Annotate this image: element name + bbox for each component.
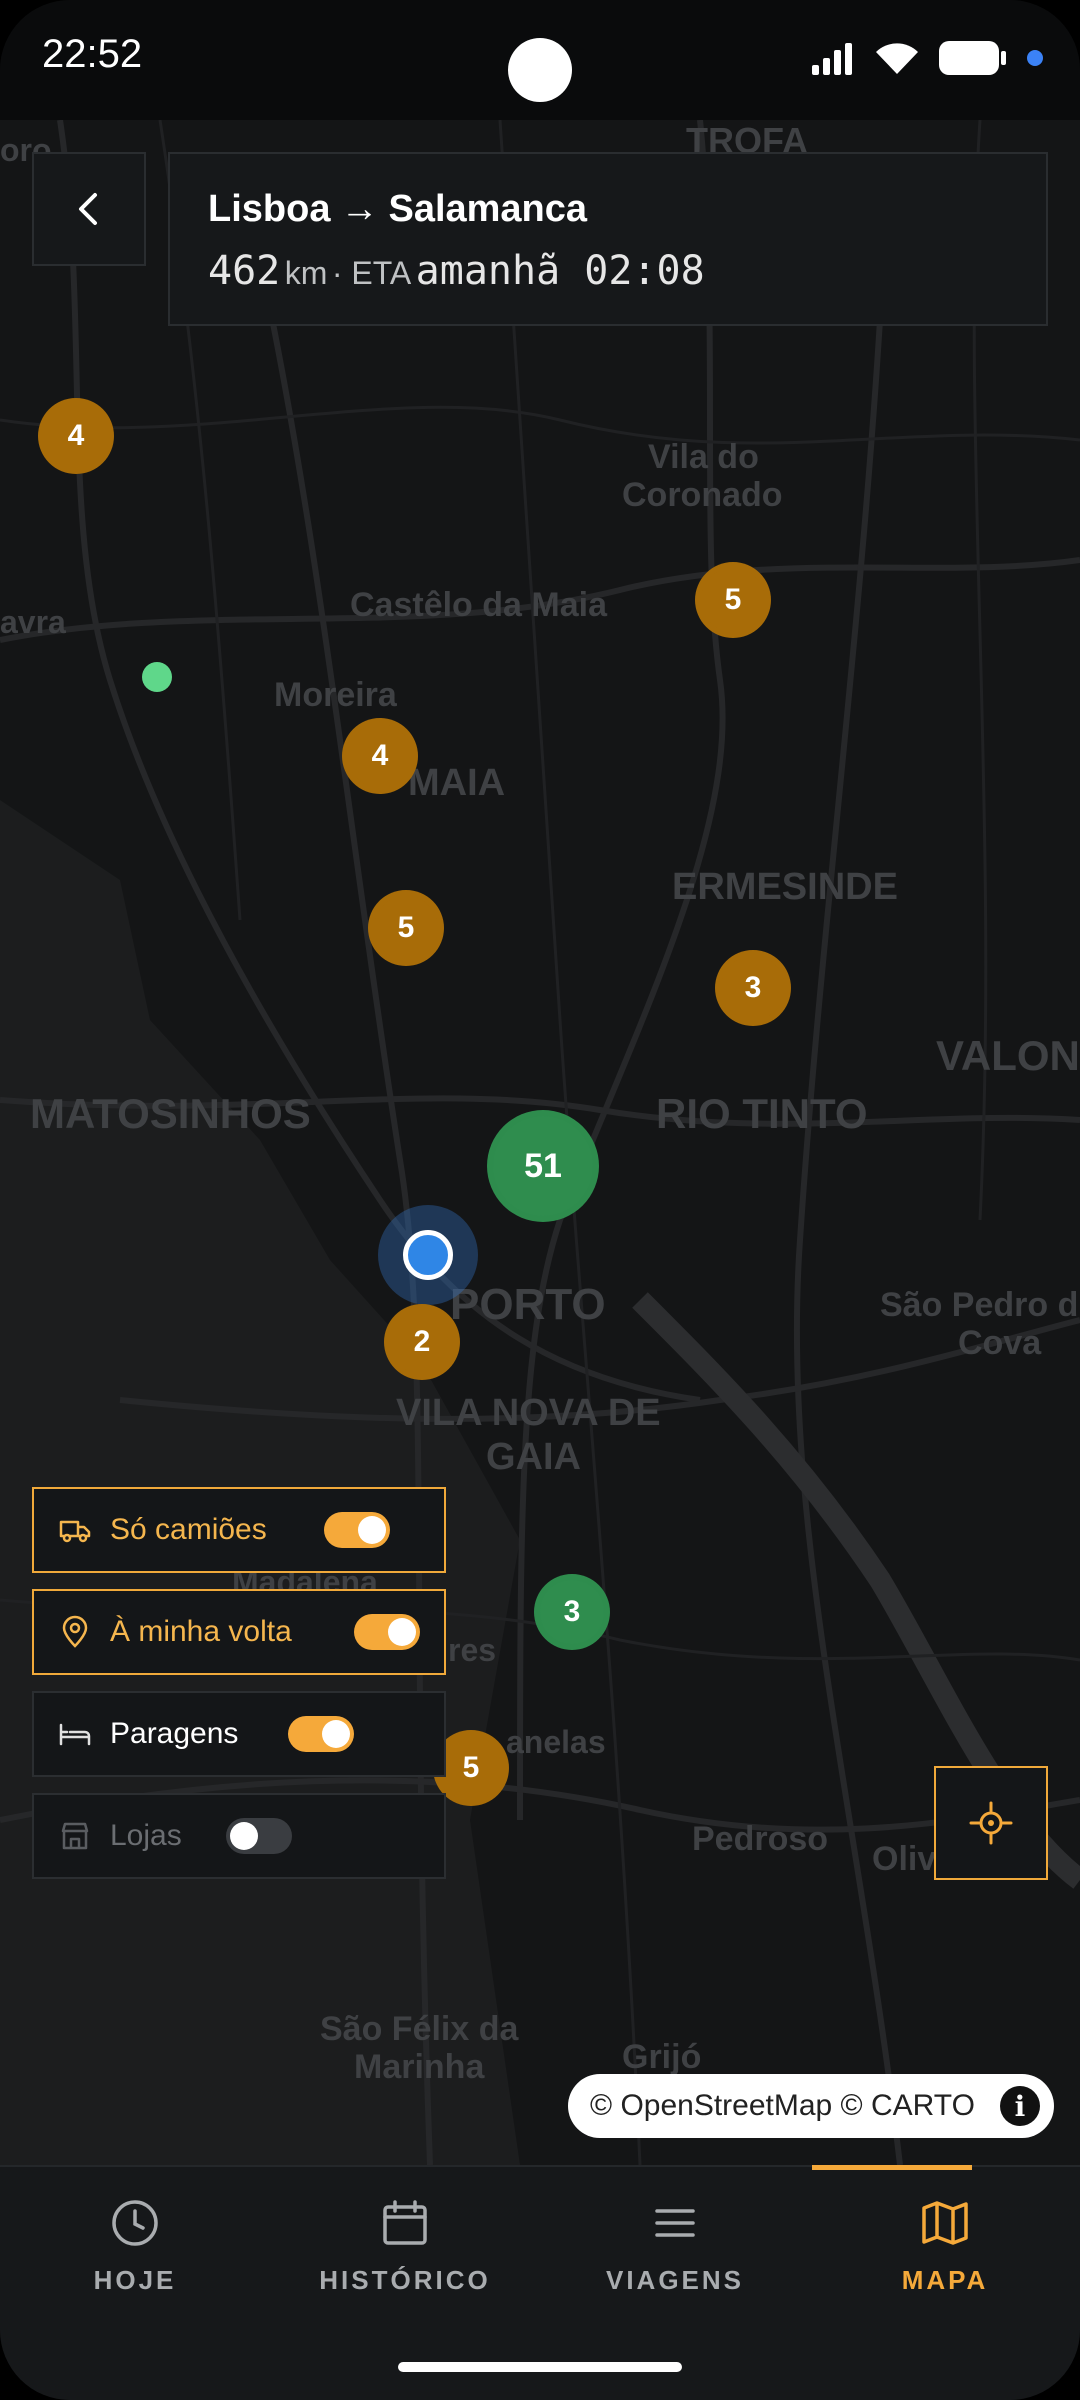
clock-icon	[112, 2200, 158, 2246]
cluster-marker[interactable]: 4	[38, 398, 114, 474]
info-icon[interactable]: i	[1000, 2086, 1040, 2126]
map-attribution: © OpenStreetMap © CARTO i	[568, 2074, 1054, 2138]
route-origin: Lisboa	[208, 188, 331, 230]
cluster-marker[interactable]: 51	[487, 1110, 599, 1222]
filter-around-me-label: À minha volta	[110, 1615, 292, 1648]
filter-stores[interactable]: Lojas	[32, 1793, 446, 1879]
map-label-res: res	[448, 1632, 497, 1668]
cluster-marker[interactable]: 2	[384, 1304, 460, 1380]
map-label-vila-do: Vila do	[648, 438, 759, 476]
route-title: Lisboa → Salamanca	[208, 188, 587, 231]
map-label-sao-pedro: São Pedro d	[880, 1286, 1079, 1324]
tab-mapa[interactable]: MAPA	[810, 2165, 1080, 2337]
map-label-valon: VALON	[936, 1032, 1080, 1079]
map-label-avra: avra	[0, 604, 66, 640]
bed-icon	[59, 1723, 91, 1746]
map-label-coronado: Coronado	[622, 476, 783, 514]
tab-historico-label: HISTÓRICO	[319, 2265, 491, 2295]
tab-hoje[interactable]: HOJE	[0, 2167, 270, 2337]
tab-historico[interactable]: HISTÓRICO	[270, 2167, 540, 2337]
filter-around-me[interactable]: À minha volta	[32, 1589, 446, 1675]
map-label-moreira: Moreira	[274, 676, 397, 714]
cluster-marker[interactable]: 5	[368, 890, 444, 966]
map-label-pedroso: Pedroso	[692, 1820, 829, 1858]
front-camera	[508, 38, 572, 102]
map-point-marker[interactable]	[142, 662, 172, 692]
map-icon	[922, 2201, 968, 2245]
status-bar: 22:52	[0, 0, 1080, 120]
truck-icon	[59, 1520, 91, 1543]
filter-trucks-label: Só camiões	[110, 1513, 267, 1546]
crosshair-icon	[969, 1801, 1013, 1845]
signal-icon	[812, 43, 852, 75]
map-label-porto: PORTO	[450, 1280, 606, 1329]
route-distance-unit: km	[284, 255, 328, 291]
route-eta-line: 462 km · ETA amanhã 02:08	[208, 248, 705, 294]
store-icon	[61, 1822, 89, 1850]
route-eta-prefix: · ETA	[331, 255, 412, 291]
calendar-icon	[383, 2200, 427, 2245]
notification-dot-icon	[1027, 50, 1043, 66]
filter-stores-label: Lojas	[110, 1819, 182, 1852]
filter-stops[interactable]: Paragens	[32, 1691, 446, 1777]
phone-screen: 22:52 TROFA Vila do Coronado Castêlo da …	[0, 0, 1080, 2400]
map-label-gaia: GAIA	[486, 1436, 581, 1478]
route-eta-value: amanhã 02:08	[415, 248, 705, 294]
chevron-left-icon	[79, 193, 97, 225]
map-label-grijo: Grijó	[622, 2038, 702, 2076]
cluster-marker[interactable]: 5	[695, 562, 771, 638]
map-label-sao-felix-da: São Félix da	[320, 2010, 519, 2048]
route-header: Lisboa → Salamanca 462 km · ETA amanhã 02:…	[168, 152, 1048, 326]
route-arrow: →	[340, 188, 379, 230]
filter-trucks-toggle[interactable]	[324, 1512, 390, 1548]
map-label-castelo-da-maia: Castêlo da Maia	[350, 586, 607, 624]
filter-trucks-only[interactable]: Só camiões	[32, 1487, 446, 1573]
locate-me-button[interactable]	[934, 1766, 1048, 1880]
map-label-oliv: Oliv	[872, 1840, 937, 1878]
map-label-maia: MAIA	[408, 762, 506, 804]
filter-stops-label: Paragens	[110, 1717, 239, 1750]
filter-stops-toggle[interactable]	[288, 1716, 354, 1752]
map-label-marinha: Marinha	[354, 2048, 485, 2086]
map-label-anelas: anelas	[506, 1724, 606, 1760]
route-destination: Salamanca	[388, 188, 588, 230]
map-label-rio-tinto: RIO TINTO	[656, 1090, 868, 1137]
tab-viagens[interactable]: VIAGENS	[540, 2167, 810, 2337]
home-indicator[interactable]	[398, 2362, 682, 2372]
map-label-vila-nova-de: VILA NOVA DE	[396, 1392, 661, 1434]
list-icon	[655, 2209, 695, 2237]
battery-icon	[939, 41, 1006, 75]
current-location-marker	[378, 1205, 478, 1305]
status-icons	[810, 40, 1044, 76]
wifi-icon	[876, 43, 918, 74]
filter-around-me-toggle[interactable]	[354, 1614, 420, 1650]
tab-hoje-label: HOJE	[93, 2265, 177, 2295]
tab-mapa-label: MAPA	[901, 2265, 989, 2295]
status-time: 22:52	[42, 32, 143, 76]
cluster-marker[interactable]: 3	[715, 950, 791, 1026]
route-distance-value: 462	[208, 248, 281, 294]
cluster-marker[interactable]: 3	[534, 1574, 610, 1650]
cluster-marker[interactable]: 4	[342, 718, 418, 794]
attribution-text: © OpenStreetMap © CARTO	[590, 2089, 975, 2122]
tab-viagens-label: VIAGENS	[605, 2265, 745, 2295]
map-label-cova: Cova	[958, 1324, 1042, 1362]
back-button[interactable]	[32, 152, 146, 266]
map-label-ermesinde: ERMESINDE	[672, 866, 898, 908]
map-label-matosinhos: MATOSINHOS	[30, 1090, 311, 1137]
location-pin-icon	[62, 1615, 88, 1648]
filter-stores-toggle[interactable]	[226, 1818, 292, 1854]
